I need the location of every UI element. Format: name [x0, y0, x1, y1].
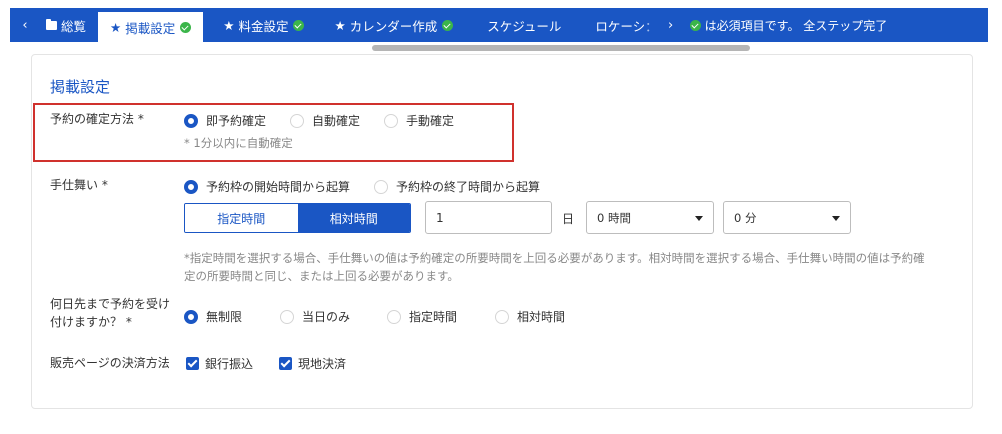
step-tab-bar: ‹ 総覧 ★ 掲載設定 ★ 料金設定 ★ カレンダー作成 スケジュール ロケーシ… — [10, 8, 988, 42]
overflow-fade: ： — [645, 18, 658, 34]
hours-value: 0 時間 — [597, 210, 631, 225]
days-input[interactable]: 1 — [425, 201, 552, 234]
tab-calendar-label: カレンダー作成 — [349, 18, 438, 34]
radio-manual-confirm[interactable]: 手動確定 — [384, 112, 454, 129]
required-status: は必須項目です。 全ステップ完了 — [689, 17, 888, 34]
radio-empty-icon — [290, 113, 304, 128]
check-circle-icon — [442, 19, 454, 31]
radio-empty-icon — [374, 179, 388, 194]
star-icon: ★ — [110, 19, 122, 35]
radio-empty-icon — [495, 309, 509, 324]
lead-time-note-line1: *指定時間を選択する場合、手仕舞いの値は予約確定の所要時間を上回る必要があります… — [184, 251, 925, 265]
radio-label: 当日のみ — [302, 310, 351, 324]
section-title: 掲載設定 — [50, 78, 111, 96]
time-mode-toggle: 指定時間 相対時間 — [184, 203, 411, 233]
radio-unlimited[interactable]: 無制限 — [184, 308, 242, 325]
checkbox-label: 現地決済 — [298, 357, 347, 371]
radio-selected-icon — [184, 179, 198, 194]
tab-pricing[interactable]: ★ 料金設定 — [203, 8, 316, 42]
radio-label: 手動確定 — [406, 114, 455, 128]
tab-overview-label: 総覧 — [61, 18, 87, 34]
tab-location-label: ロケーシ — [595, 18, 646, 34]
lead-time-label: 手仕舞い * — [50, 178, 108, 192]
radio-empty-icon — [387, 309, 401, 324]
hours-select[interactable]: 0 時間 — [586, 201, 714, 234]
radio-selected-icon — [184, 309, 198, 324]
radio-label: 予約枠の終了時間から起算 — [396, 180, 541, 194]
lead-time-note-line2: 定の所要時間と同じ、または上回る必要があります。 — [184, 269, 459, 283]
radio-label: 相対時間 — [517, 310, 566, 324]
radio-fixed-time[interactable]: 指定時間 — [387, 308, 457, 325]
radio-selected-icon — [184, 113, 198, 128]
folder-icon — [46, 18, 57, 30]
payment-method-label: 販売ページの決済方法 — [50, 356, 170, 370]
tab-overview[interactable]: 総覧 — [40, 8, 98, 42]
confirm-method-label: 予約の確定方法 * — [50, 112, 144, 126]
radio-label: 即予約確定 — [206, 114, 267, 128]
confirm-note: * 1分以内に自動確定 — [184, 136, 293, 150]
minutes-select[interactable]: 0 分 — [723, 201, 851, 234]
checkbox-label: 銀行振込 — [205, 357, 254, 371]
mode-fixed-time-button[interactable]: 指定時間 — [185, 204, 298, 232]
tab-listing[interactable]: ★ 掲載設定 — [98, 12, 204, 42]
checkbox-onsite-payment[interactable]: 現地決済 — [279, 355, 346, 372]
radio-from-end[interactable]: 予約枠の終了時間から起算 — [374, 178, 540, 195]
horizontal-scrollbar[interactable] — [372, 45, 750, 51]
check-circle-icon — [293, 19, 305, 31]
tab-listing-label: 掲載設定 — [125, 20, 176, 36]
scroll-left-button[interactable]: ‹ — [10, 8, 40, 42]
radio-from-start[interactable]: 予約枠の開始時間から起算 — [184, 178, 350, 195]
radio-label: 無制限 — [206, 310, 243, 324]
check-circle-icon — [180, 21, 192, 33]
scroll-right-button[interactable]: › — [662, 8, 680, 42]
radio-same-day[interactable]: 当日のみ — [280, 308, 350, 325]
advance-booking-label-line1: 何日先まで予約を受け — [50, 297, 171, 311]
radio-label: 指定時間 — [409, 310, 458, 324]
checkbox-checked-icon — [186, 357, 199, 370]
radio-instant-confirm[interactable]: 即予約確定 — [184, 112, 266, 129]
radio-empty-icon — [384, 113, 398, 128]
tab-calendar[interactable]: ★ カレンダー作成 — [316, 8, 465, 42]
radio-label: 自動確定 — [312, 114, 361, 128]
tab-location[interactable]: ロケーシ： — [573, 8, 661, 42]
tab-schedule[interactable]: スケジュール — [465, 8, 573, 42]
caret-down-icon — [832, 216, 840, 221]
check-circle-icon — [689, 19, 701, 31]
caret-down-icon — [695, 216, 703, 221]
checkbox-bank-transfer[interactable]: 銀行振込 — [186, 355, 253, 372]
mode-relative-time-button[interactable]: 相対時間 — [297, 204, 410, 232]
status-text: は必須項目です。 全ステップ完了 — [704, 18, 888, 33]
advance-booking-label-line2: 付けますか？ * — [50, 315, 132, 329]
tab-pricing-label: 料金設定 — [238, 18, 289, 34]
star-icon: ★ — [334, 17, 346, 33]
radio-auto-confirm[interactable]: 自動確定 — [290, 112, 360, 129]
radio-label: 予約枠の開始時間から起算 — [206, 180, 351, 194]
minutes-value: 0 分 — [734, 210, 757, 225]
days-unit: 日 — [562, 212, 575, 226]
chevron-right-icon: › — [668, 17, 674, 33]
chevron-left-icon: ‹ — [22, 17, 28, 33]
tab-schedule-label: スケジュール — [487, 18, 562, 34]
radio-relative-time[interactable]: 相対時間 — [495, 308, 565, 325]
star-icon: ★ — [223, 17, 235, 33]
radio-empty-icon — [280, 309, 294, 324]
checkbox-checked-icon — [279, 357, 292, 370]
days-value: 1 — [436, 210, 444, 225]
